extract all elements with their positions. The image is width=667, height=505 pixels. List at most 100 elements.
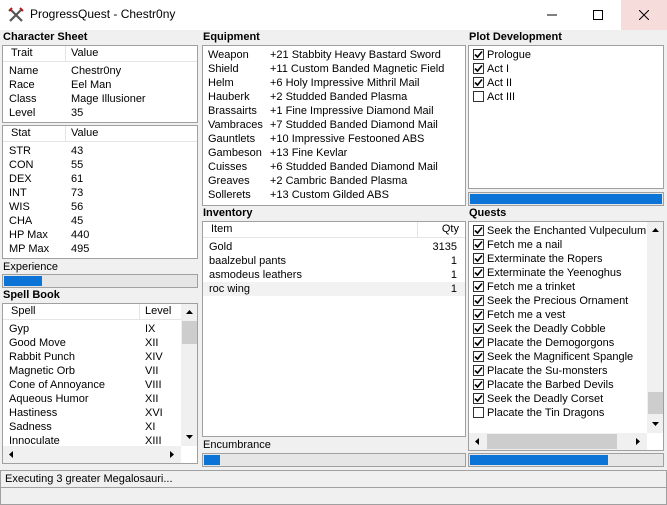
- maximize-button[interactable]: [575, 0, 621, 30]
- spell-column-header[interactable]: Spell: [11, 305, 35, 317]
- quest-row[interactable]: Seek the Enchanted Vulpeculum: [469, 224, 663, 238]
- value-column-header[interactable]: Value: [71, 47, 98, 59]
- quest-row[interactable]: Seek the Magnificent Spangle: [469, 350, 663, 364]
- quest-row[interactable]: Placate the Su-monsters: [469, 364, 663, 378]
- quest-scroll-down-button[interactable]: [647, 416, 663, 433]
- stats-list[interactable]: Stat Value STR 43 CON 55 DEX 61 INT 73 WIS 56 CHA 4…: [2, 125, 198, 259]
- checkbox[interactable]: [473, 351, 484, 362]
- quest-row[interactable]: Exterminate the Yeenoghus: [469, 266, 663, 280]
- checkbox[interactable]: [473, 337, 484, 348]
- quest-horizontal-scrollbar[interactable]: [469, 433, 647, 450]
- stat-row[interactable]: CON 55: [3, 158, 197, 172]
- checkbox[interactable]: [473, 239, 484, 250]
- equipment-list[interactable]: Weapon +21 Stabbity Heavy Bastard Sword Sh…: [202, 45, 466, 206]
- stat-row[interactable]: DEX 61: [3, 172, 197, 186]
- plot-act-row[interactable]: Act II: [469, 76, 663, 90]
- inventory-row[interactable]: baalzebul pants 1: [203, 254, 465, 268]
- qty-column-header[interactable]: Qty: [442, 223, 459, 235]
- equipment-row[interactable]: Hauberk +2 Studded Banded Plasma: [203, 90, 465, 104]
- item-column-header[interactable]: Item: [211, 223, 232, 235]
- minimize-button[interactable]: [529, 0, 575, 30]
- quest-row[interactable]: Placate the Demogorgons: [469, 336, 663, 350]
- quest-row[interactable]: Seek the Precious Ornament: [469, 294, 663, 308]
- quest-scroll-right-button[interactable]: [630, 433, 647, 450]
- quest-vertical-scrollbar[interactable]: [647, 222, 663, 433]
- quest-row[interactable]: Placate the Tin Dragons: [469, 406, 663, 420]
- checkbox[interactable]: [473, 295, 484, 306]
- equipment-row[interactable]: Brassairts +1 Fine Impressive Diamond Mai…: [203, 104, 465, 118]
- checkbox[interactable]: [473, 49, 484, 60]
- trait-row[interactable]: Level 35: [3, 106, 197, 120]
- trait-row[interactable]: Class Mage Illusioner: [3, 92, 197, 106]
- stat-row[interactable]: INT 73: [3, 186, 197, 200]
- quest-hscroll-thumb[interactable]: [487, 434, 617, 449]
- inventory-row[interactable]: roc wing 1: [203, 282, 465, 296]
- trait-column-header[interactable]: Trait: [11, 47, 33, 59]
- spell-row[interactable]: Sadness XI: [3, 420, 197, 434]
- equipment-row[interactable]: Gambeson +13 Fine Kevlar: [203, 146, 465, 160]
- scroll-down-button[interactable]: [181, 429, 197, 446]
- quest-row[interactable]: Exterminate the Ropers: [469, 252, 663, 266]
- scroll-left-button[interactable]: [3, 446, 20, 463]
- spell-row[interactable]: Good Move XII: [3, 336, 197, 350]
- checkbox[interactable]: [473, 63, 484, 74]
- stat-column-header[interactable]: Stat: [11, 127, 31, 139]
- stat-row[interactable]: HP Max 440: [3, 228, 197, 242]
- checkbox[interactable]: [473, 309, 484, 320]
- scroll-up-button[interactable]: [181, 304, 197, 321]
- plot-act-row[interactable]: Act III: [469, 90, 663, 104]
- equipment-row[interactable]: Cuisses +6 Studded Banded Diamond Mail: [203, 160, 465, 174]
- trait-row[interactable]: Name Chestr0ny: [3, 64, 197, 78]
- quest-list[interactable]: Seek the Enchanted Vulpeculum Fetch me a …: [468, 221, 664, 451]
- quest-scroll-up-button[interactable]: [647, 222, 663, 239]
- stat-row[interactable]: STR 43: [3, 144, 197, 158]
- spell-row[interactable]: Aqueous Humor XII: [3, 392, 197, 406]
- checkbox[interactable]: [473, 91, 484, 102]
- quest-scroll-left-button[interactable]: [469, 433, 486, 450]
- checkbox[interactable]: [473, 379, 484, 390]
- stat-value-column-header[interactable]: Value: [71, 127, 98, 139]
- scroll-thumb[interactable]: [182, 321, 197, 344]
- level-column-header[interactable]: Level: [145, 305, 171, 317]
- stat-row[interactable]: WIS 56: [3, 200, 197, 214]
- spell-vertical-scrollbar[interactable]: [181, 304, 197, 446]
- checkbox[interactable]: [473, 407, 484, 418]
- spell-row[interactable]: Hastiness XVI: [3, 406, 197, 420]
- checkbox[interactable]: [473, 365, 484, 376]
- checkbox[interactable]: [473, 393, 484, 404]
- checkbox[interactable]: [473, 323, 484, 334]
- plot-act-row[interactable]: Act I: [469, 62, 663, 76]
- inventory-row[interactable]: asmodeus leathers 1: [203, 268, 465, 282]
- plot-list[interactable]: Prologue Act I Act II Act III: [468, 45, 664, 189]
- stat-row[interactable]: CHA 45: [3, 214, 197, 228]
- title-bar[interactable]: ProgressQuest - Chestr0ny: [0, 0, 667, 30]
- equipment-row[interactable]: Helm +6 Holy Impressive Mithril Mail: [203, 76, 465, 90]
- inventory-row[interactable]: Gold 3135: [203, 240, 465, 254]
- equipment-row[interactable]: Sollerets +13 Custom Gilded ABS: [203, 188, 465, 202]
- stat-row[interactable]: MP Max 495: [3, 242, 197, 256]
- trait-row[interactable]: Race Eel Man: [3, 78, 197, 92]
- scroll-right-button[interactable]: [164, 446, 181, 463]
- spell-list[interactable]: Spell Level Gyp IX Good Move XII Rabbit Punc…: [2, 303, 198, 464]
- plot-act-row[interactable]: Prologue: [469, 48, 663, 62]
- equipment-row[interactable]: Gauntlets +10 Impressive Festooned ABS: [203, 132, 465, 146]
- checkbox[interactable]: [473, 77, 484, 88]
- quest-row[interactable]: Seek the Deadly Cobble: [469, 322, 663, 336]
- traits-list[interactable]: Trait Value Name Chestr0ny Race Eel Man Clas…: [2, 45, 198, 123]
- quest-row[interactable]: Placate the Barbed Devils: [469, 378, 663, 392]
- checkbox[interactable]: [473, 281, 484, 292]
- spell-horizontal-scrollbar[interactable]: [3, 446, 181, 463]
- quest-row[interactable]: Fetch me a nail: [469, 238, 663, 252]
- equipment-row[interactable]: Shield +11 Custom Banded Magnetic Field: [203, 62, 465, 76]
- checkbox[interactable]: [473, 225, 484, 236]
- spell-row[interactable]: Rabbit Punch XIV: [3, 350, 197, 364]
- spell-row[interactable]: Magnetic Orb VII: [3, 364, 197, 378]
- checkbox[interactable]: [473, 267, 484, 278]
- spell-row[interactable]: Cone of Annoyance VIII: [3, 378, 197, 392]
- equipment-row[interactable]: Vambraces +7 Studded Banded Diamond Mail: [203, 118, 465, 132]
- quest-row[interactable]: Fetch me a trinket: [469, 280, 663, 294]
- equipment-row[interactable]: Weapon +21 Stabbity Heavy Bastard Sword: [203, 48, 465, 62]
- quest-scroll-thumb[interactable]: [648, 392, 663, 414]
- equipment-row[interactable]: Greaves +2 Cambric Banded Plasma: [203, 174, 465, 188]
- close-button[interactable]: [621, 0, 667, 30]
